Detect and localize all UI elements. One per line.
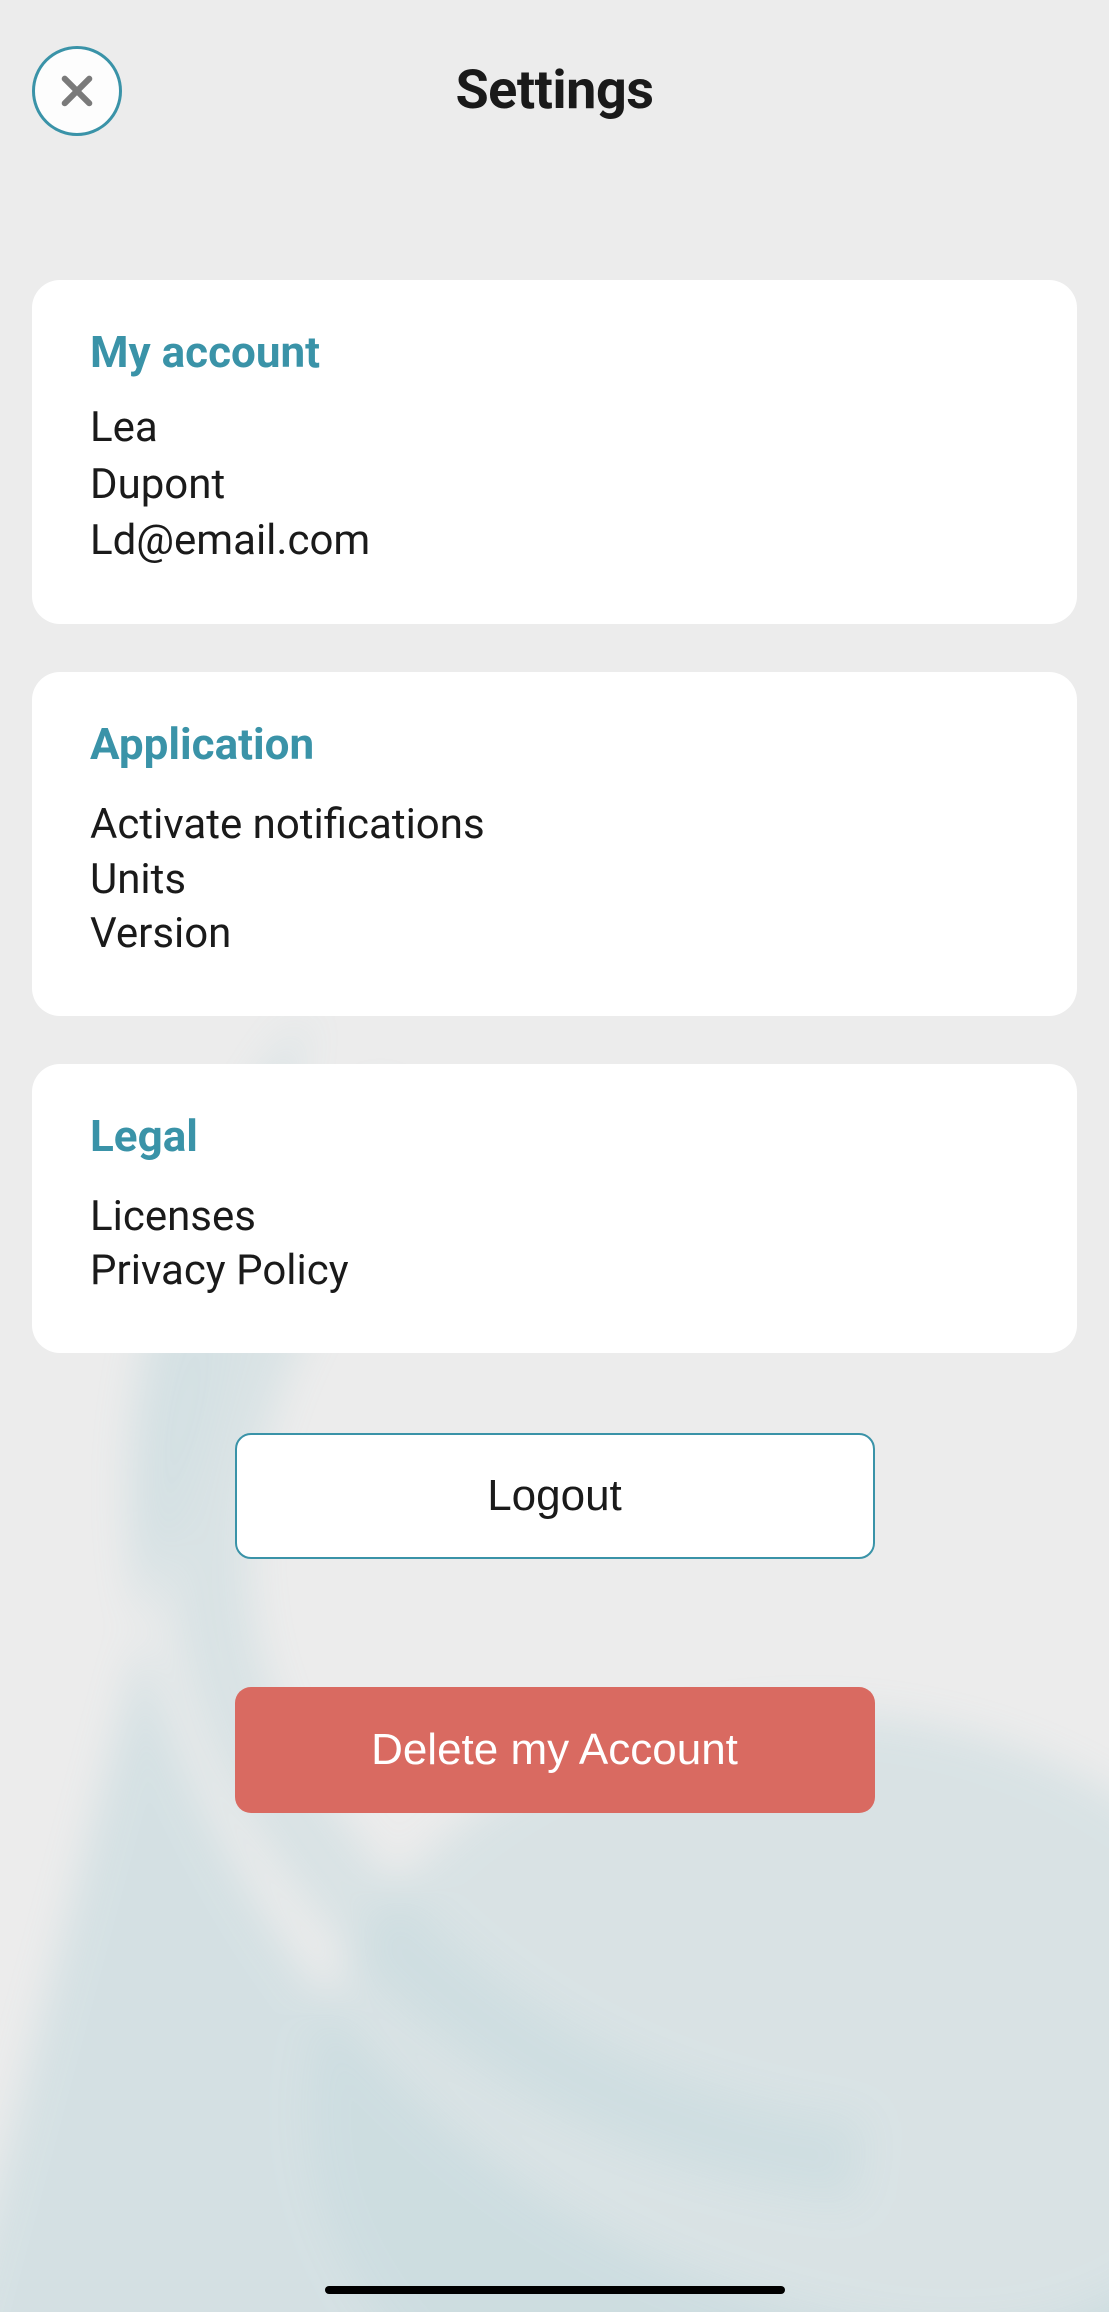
units-item[interactable]: Units bbox=[90, 853, 1019, 908]
close-icon bbox=[56, 70, 98, 112]
page-title: Settings bbox=[455, 59, 653, 122]
licenses-item[interactable]: Licenses bbox=[90, 1190, 1019, 1245]
version-item[interactable]: Version bbox=[90, 907, 1019, 962]
privacy-item[interactable]: Privacy Policy bbox=[90, 1244, 1019, 1299]
application-section-title: Application bbox=[90, 718, 1019, 770]
legal-card: Legal Licenses Privacy Policy bbox=[32, 1064, 1077, 1353]
header: Settings bbox=[0, 0, 1109, 180]
account-first-name: Lea bbox=[90, 400, 1019, 457]
account-last-name: Dupont bbox=[90, 457, 1019, 514]
account-section-title: My account bbox=[90, 326, 1019, 378]
account-card: My account Lea Dupont Ld@email.com bbox=[32, 280, 1077, 624]
application-card: Application Activate notifications Units… bbox=[32, 672, 1077, 1016]
content: My account Lea Dupont Ld@email.com Appli… bbox=[0, 180, 1109, 1813]
close-button[interactable] bbox=[32, 46, 122, 136]
legal-section-title: Legal bbox=[90, 1110, 1019, 1162]
account-email: Ld@email.com bbox=[90, 513, 1019, 570]
actions: Logout Delete my Account bbox=[32, 1433, 1077, 1813]
home-indicator[interactable] bbox=[325, 2286, 785, 2294]
logout-button[interactable]: Logout bbox=[235, 1433, 875, 1559]
notifications-item[interactable]: Activate notifications bbox=[90, 798, 1019, 853]
delete-account-button[interactable]: Delete my Account bbox=[235, 1687, 875, 1813]
